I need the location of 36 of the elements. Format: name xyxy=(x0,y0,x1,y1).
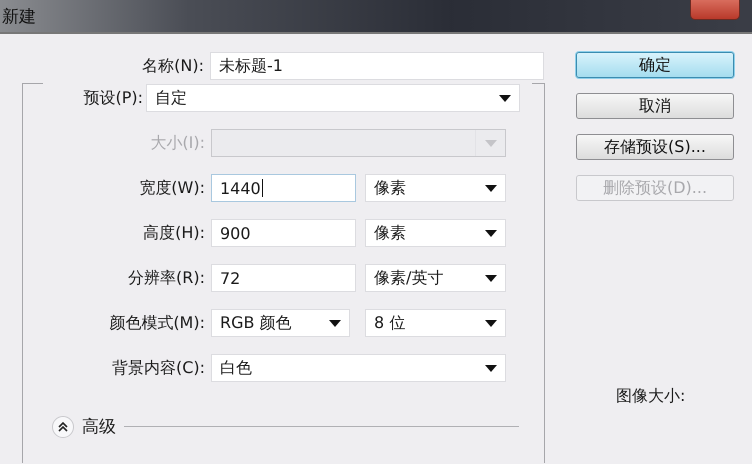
caret-icon xyxy=(329,320,341,326)
caret-icon xyxy=(485,184,497,192)
caret-icon xyxy=(485,364,497,372)
field-label: 预设(P): xyxy=(82,88,144,108)
dialog-button[interactable]: 取消 xyxy=(576,93,734,119)
input-field[interactable]: 1440 xyxy=(211,174,356,202)
input-field[interactable]: 72 xyxy=(211,264,356,292)
name-field[interactable]: 未标题-1 xyxy=(210,52,544,80)
field-label: 背景内容(C): xyxy=(110,358,206,378)
caret-icon xyxy=(485,320,497,326)
image-size-label: 图像大小: xyxy=(616,386,686,407)
caret-icon xyxy=(485,274,497,282)
field-label: 宽度(W): xyxy=(138,178,206,198)
input-field[interactable]: 900 xyxy=(211,219,356,247)
mode-dropdown[interactable]: RGB 颜色 xyxy=(211,309,350,337)
preset-dropdown[interactable]: 自定 xyxy=(146,84,520,112)
double-chevron-up-icon xyxy=(57,420,69,432)
field-label: 大小(I): xyxy=(149,132,206,154)
expand-button[interactable] xyxy=(52,416,74,438)
unit-dropdown[interactable]: 像素/英寸 xyxy=(365,264,506,292)
depth-dropdown[interactable]: 8 位 xyxy=(365,309,506,337)
caret-icon xyxy=(485,140,497,146)
field-label: 颜色模式(M): xyxy=(108,312,206,334)
section-label: 高级 xyxy=(82,416,116,438)
unit-dropdown[interactable]: 像素 xyxy=(365,219,506,247)
field-label: 分辨率(R): xyxy=(127,268,206,288)
dropdown[interactable]: 白色 xyxy=(211,354,506,382)
caret-icon xyxy=(499,94,511,102)
window-title: 新建 xyxy=(1,6,36,28)
dialog-button[interactable]: 确定 xyxy=(576,52,734,78)
field-label: 高度(H): xyxy=(142,222,206,244)
caret-icon xyxy=(485,230,497,236)
dialog-button[interactable]: 存储预设(S)... xyxy=(576,134,734,160)
close-button[interactable] xyxy=(690,0,740,20)
unit-dropdown[interactable]: 像素 xyxy=(365,174,506,202)
field-label: 名称(N): xyxy=(141,56,205,76)
